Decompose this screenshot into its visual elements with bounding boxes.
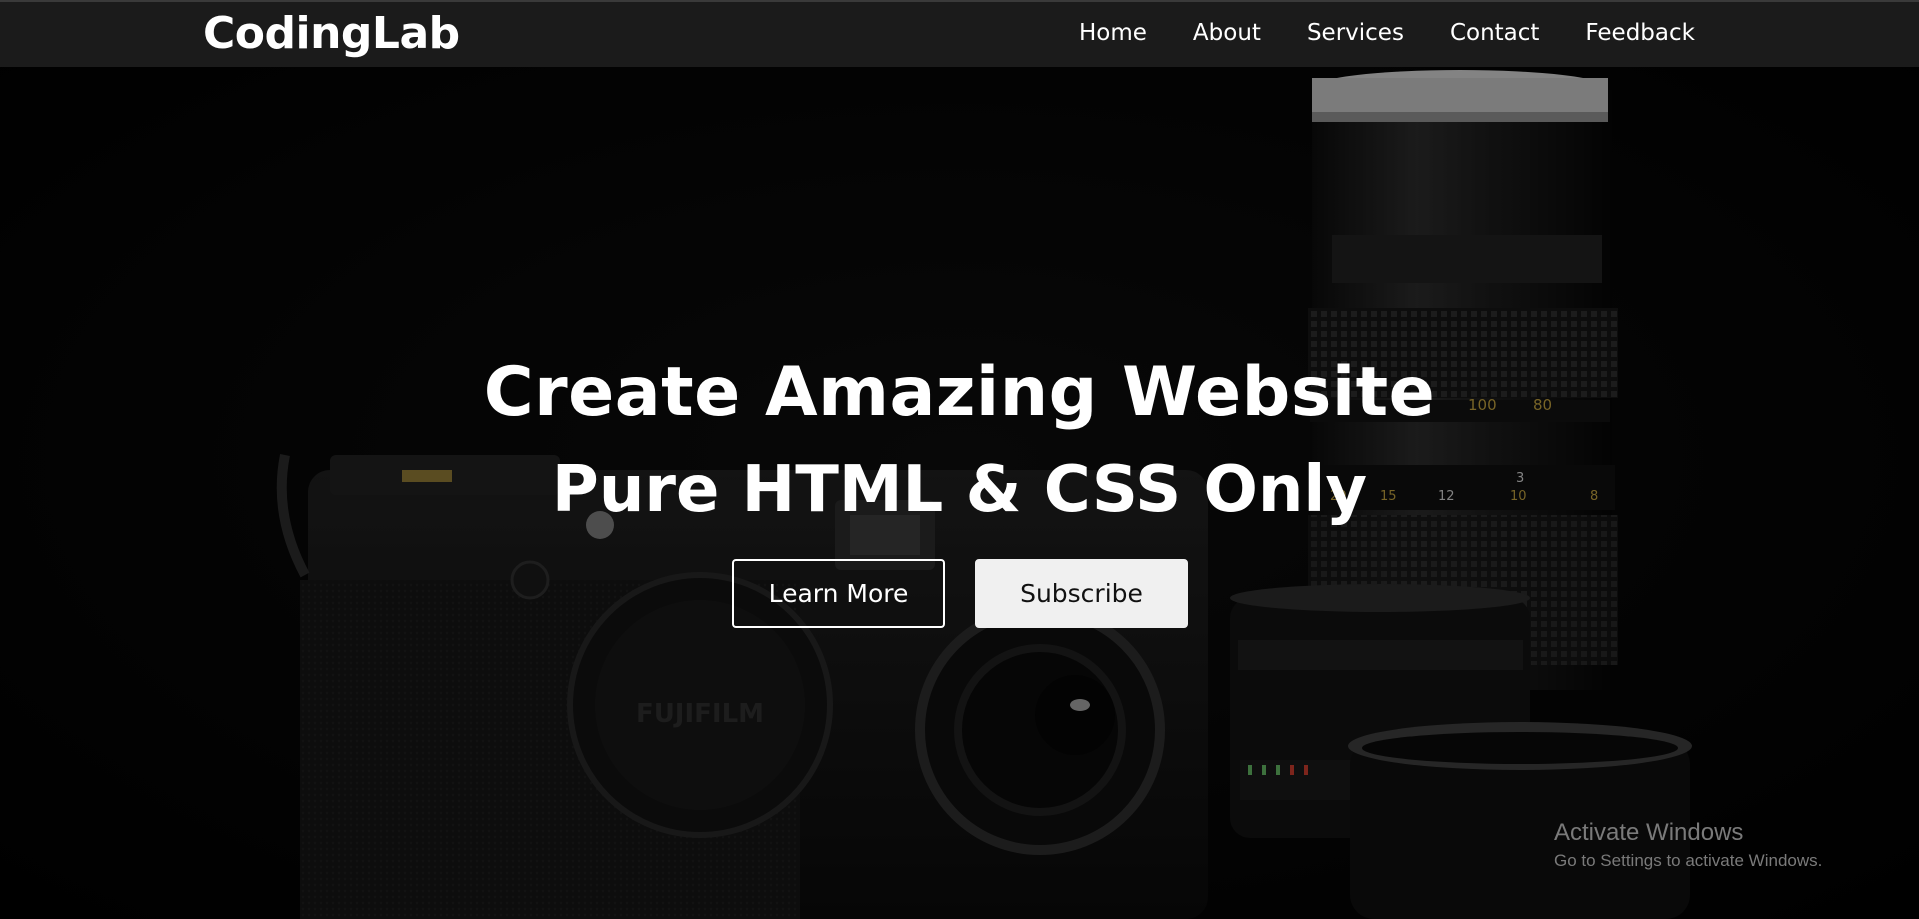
nav-link-contact[interactable]: Contact: [1450, 20, 1539, 46]
nav-link-services[interactable]: Services: [1307, 20, 1404, 46]
activate-windows-watermark: Activate Windows Go to Settings to activ…: [1554, 818, 1822, 874]
site-logo[interactable]: CodingLab: [203, 8, 460, 59]
nav-link-about[interactable]: About: [1193, 20, 1261, 46]
page: 100 80 20 15 12 10 8 3 FUJIFILM CodingLa…: [0, 0, 1919, 919]
hero-title: Create Amazing Website: [483, 353, 1436, 432]
watermark-subtitle: Go to Settings to activate Windows.: [1554, 851, 1823, 870]
hero-subtitle: Pure HTML & CSS Only: [551, 453, 1368, 527]
subscribe-button[interactable]: Subscribe: [975, 559, 1188, 628]
watermark-title: Activate Windows: [1554, 819, 1744, 846]
hero-section: Create Amazing Website Pure HTML & CSS O…: [0, 343, 1919, 628]
learn-more-button[interactable]: Learn More: [732, 559, 945, 628]
navbar: CodingLab Home About Services Contact Fe…: [0, 0, 1919, 67]
nav-link-home[interactable]: Home: [1079, 20, 1147, 46]
nav-menu: Home About Services Contact Feedback: [1079, 20, 1695, 46]
nav-link-feedback[interactable]: Feedback: [1585, 20, 1695, 46]
hero-buttons: Learn More Subscribe: [0, 559, 1919, 629]
